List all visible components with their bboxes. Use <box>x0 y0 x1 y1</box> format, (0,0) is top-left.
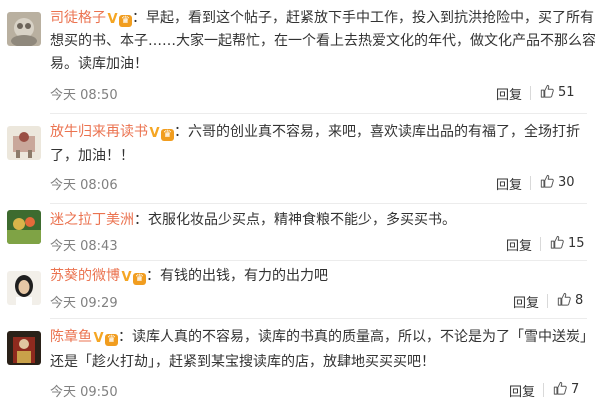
timestamp: 今天 08:43 <box>50 239 118 254</box>
thumbs-up-icon <box>557 292 571 306</box>
avatar[interactable] <box>7 210 41 244</box>
username-link[interactable]: 放牛归来再读书 <box>50 124 148 140</box>
member-crown-icon: ♛ <box>161 129 174 141</box>
like-button[interactable]: 8 <box>557 292 583 308</box>
comment-text: 还是「趁火打劫」，赶紧到某宝搜读库的店，放肆地买买买吧！ <box>50 354 435 370</box>
comment-body: 放牛归来再读书V ♛ ：六哥的创业真不容易，来吧，喜欢读库出品的有福了，全场打折 <box>50 121 580 144</box>
username-link[interactable]: 苏葵的微博 <box>50 268 120 284</box>
like-count: 51 <box>558 85 575 100</box>
like-count: 8 <box>575 293 584 308</box>
avatar[interactable] <box>7 271 41 305</box>
member-crown-icon: ♛ <box>119 15 132 27</box>
timestamp: 今天 08:06 <box>50 178 118 193</box>
member-crown-icon: ♛ <box>105 334 118 346</box>
like-count: 15 <box>568 236 585 251</box>
comment-body: 苏葵的微博V ♛ ：有钱的出钱，有力的出力吧 <box>50 265 328 288</box>
comment-divider <box>50 113 587 114</box>
comment-text: ：读库人真的不容易，读库的书真的质量高，所以，不论是为了「雪中送炭」 <box>118 329 594 345</box>
comment-text: 想买的书、本子……大家一起帮忙，在一个看上去热爱文化的年代，做文化产品不那么容 <box>50 33 595 49</box>
comment-text: 易。读库加油！ <box>50 56 148 72</box>
timestamp: 今天 09:29 <box>50 296 118 311</box>
timestamp: 今天 08:50 <box>50 88 118 103</box>
comment-divider <box>50 260 587 261</box>
username-link[interactable]: 迷之拉丁美洲 <box>50 212 134 228</box>
comment-divider <box>50 203 587 204</box>
comment-text: ：六哥的创业真不容易，来吧，喜欢读库出品的有福了，全场打折 <box>174 124 580 140</box>
avatar[interactable] <box>7 126 41 160</box>
verified-v-icon: V <box>107 12 118 27</box>
verified-v-icon: V <box>121 270 132 285</box>
reply-button[interactable]: 回复 <box>509 381 535 400</box>
username-link[interactable]: 陈章鱼 <box>50 329 92 345</box>
action-divider <box>540 237 541 251</box>
like-button[interactable]: 7 <box>553 381 579 397</box>
member-crown-icon: ♛ <box>133 273 146 285</box>
action-divider <box>547 294 548 308</box>
like-button[interactable]: 51 <box>540 84 575 100</box>
reply-button[interactable]: 回复 <box>496 84 522 103</box>
timestamp: 今天 09:50 <box>50 385 118 400</box>
thumbs-up-icon <box>540 84 554 98</box>
like-button[interactable]: 15 <box>550 235 585 251</box>
thumbs-up-icon <box>540 174 554 188</box>
action-divider <box>543 383 544 397</box>
verified-v-icon: V <box>149 126 160 141</box>
comment-body: 迷之拉丁美洲：衣服化妆品少买点，精神食粮不能少，多买买书。 <box>50 209 456 232</box>
reply-button[interactable]: 回复 <box>506 235 532 254</box>
like-button[interactable]: 30 <box>540 174 575 190</box>
comment-feed: 司徒格子V ♛ ：早起，看到这个帖子，赶紧放下手中工作，投入到抗洪抢险中，买了所有 … <box>0 0 595 406</box>
verified-v-icon: V <box>93 331 104 346</box>
action-divider <box>530 86 531 100</box>
comment-text: ：有钱的出钱，有力的出力吧 <box>146 268 328 284</box>
like-count: 7 <box>571 382 580 397</box>
comment-text: ：早起，看到这个帖子，赶紧放下手中工作，投入到抗洪抢险中，买了所有 <box>132 10 594 26</box>
avatar[interactable] <box>7 12 41 46</box>
like-count: 30 <box>558 175 575 190</box>
comment-text: 了，加油！！ <box>50 148 134 164</box>
comment-body: 陈章鱼V ♛ ：读库人真的不容易，读库的书真的质量高，所以，不论是为了「雪中送炭」 <box>50 326 594 349</box>
thumbs-up-icon <box>553 381 567 395</box>
reply-button[interactable]: 回复 <box>513 292 539 311</box>
username-link[interactable]: 司徒格子 <box>50 10 106 26</box>
comment-text: ：衣服化妆品少买点，精神食粮不能少，多买买书。 <box>134 212 456 228</box>
comment-body: 司徒格子V ♛ ：早起，看到这个帖子，赶紧放下手中工作，投入到抗洪抢险中，买了所有 <box>50 7 594 30</box>
action-divider <box>530 176 531 190</box>
avatar[interactable] <box>7 331 41 365</box>
comment-divider <box>50 318 587 319</box>
thumbs-up-icon <box>550 235 564 249</box>
reply-button[interactable]: 回复 <box>496 174 522 193</box>
